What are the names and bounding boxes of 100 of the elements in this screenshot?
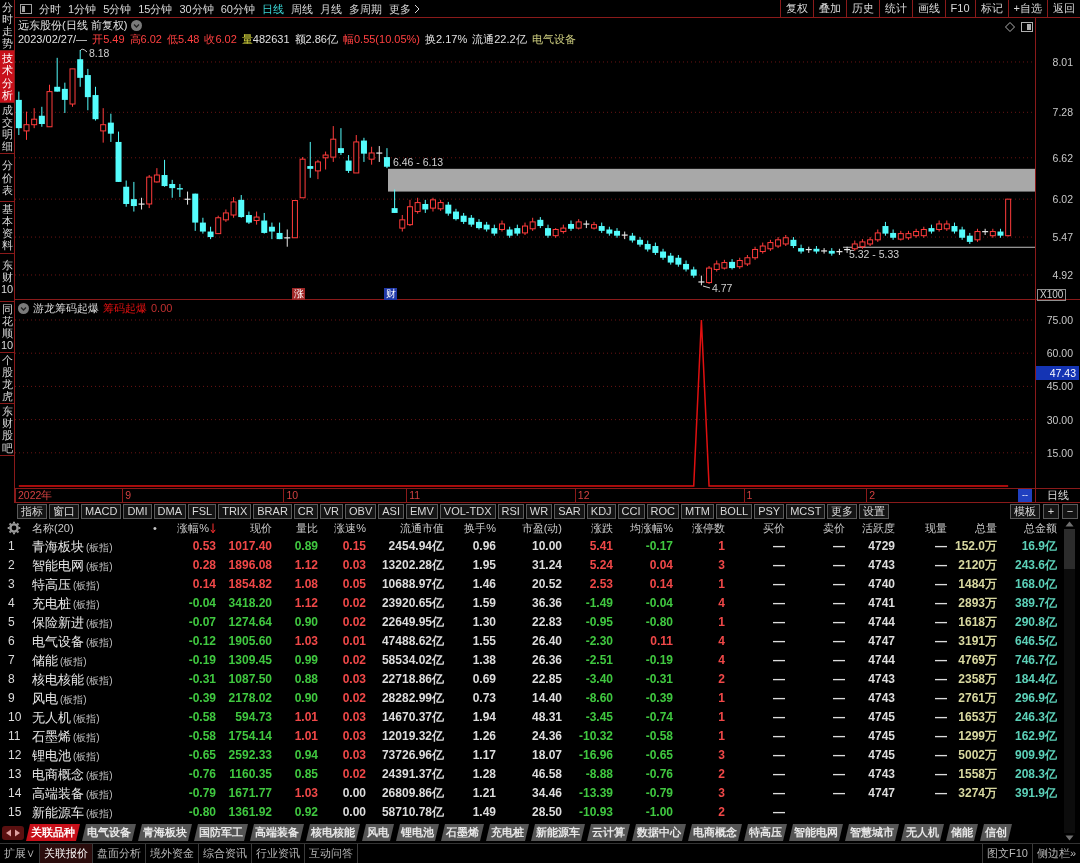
column-header[interactable]: 现量 bbox=[925, 521, 947, 535]
period-tab[interactable]: 多周期 bbox=[349, 0, 382, 17]
sidebar-tab[interactable]: 技术分析 bbox=[0, 51, 14, 103]
column-header[interactable]: 总金额 bbox=[1024, 521, 1057, 535]
related-tab[interactable]: 云计算 bbox=[587, 824, 630, 841]
related-tab[interactable]: 风电 bbox=[362, 824, 394, 841]
indicator-tab[interactable]: CCI bbox=[617, 503, 645, 519]
period-tab[interactable]: 15分钟 bbox=[138, 0, 173, 17]
related-tab[interactable]: 储能 bbox=[946, 824, 978, 841]
scrollbar-thumb[interactable] bbox=[1064, 529, 1075, 569]
column-header[interactable]: 均涨幅% bbox=[630, 521, 673, 535]
row-name[interactable]: 无人机 bbox=[32, 709, 71, 726]
footer-button[interactable]: 图文F10 bbox=[981, 844, 1032, 863]
indicator-tab[interactable]: MCST bbox=[786, 503, 826, 519]
sidebar-tab[interactable]: 东财10 bbox=[0, 253, 14, 302]
indicator-tab[interactable]: TRIX bbox=[218, 503, 252, 519]
period-tab[interactable]: 月线 bbox=[320, 0, 342, 17]
sidebar-tab[interactable]: 分价表 bbox=[0, 154, 14, 203]
related-tab[interactable]: 高端装备 bbox=[250, 824, 304, 841]
indicator-tab[interactable]: OBV bbox=[345, 503, 377, 519]
indicator-tab[interactable]: PSY bbox=[754, 503, 785, 519]
row-name[interactable]: 新能源车 bbox=[32, 804, 84, 821]
column-header[interactable]: 量比 bbox=[296, 521, 318, 535]
related-tab[interactable]: 电商概念 bbox=[688, 824, 742, 841]
row-name[interactable]: 保险新进 bbox=[32, 614, 84, 631]
indicator-tab[interactable]: 窗口 bbox=[49, 503, 79, 519]
column-header[interactable]: 活跃度 bbox=[862, 521, 895, 535]
related-tab[interactable]: 智慧城市 bbox=[845, 824, 899, 841]
toolbar-button[interactable]: +自选 bbox=[1007, 0, 1047, 17]
sidebar-tab[interactable]: 东财股吧 bbox=[0, 404, 14, 456]
toolbar-button[interactable]: 叠加 bbox=[812, 0, 846, 17]
column-header[interactable]: 流通市值 bbox=[400, 521, 444, 535]
related-tab[interactable]: 关联品种 bbox=[26, 824, 80, 841]
template-button[interactable]: + bbox=[1043, 503, 1059, 519]
panel-icon[interactable] bbox=[1021, 22, 1033, 32]
toolbar-button[interactable]: 统计 bbox=[878, 0, 912, 17]
row-name[interactable]: 电商概念 bbox=[32, 766, 84, 783]
diamond-icon[interactable] bbox=[1005, 22, 1015, 32]
template-button[interactable]: − bbox=[1062, 503, 1078, 519]
period-tab[interactable]: 5分钟 bbox=[103, 0, 132, 17]
related-tab[interactable]: 锂电池 bbox=[396, 824, 439, 841]
period-tab[interactable]: 1分钟 bbox=[68, 0, 97, 17]
row-name[interactable]: 核电核能 bbox=[32, 671, 84, 688]
indicator-tab[interactable]: VOL-TDX bbox=[439, 503, 496, 519]
footer-tab[interactable]: 行业资讯 bbox=[252, 844, 305, 863]
related-tab[interactable]: 无人机 bbox=[901, 824, 944, 841]
panel-icon[interactable] bbox=[20, 3, 32, 14]
footer-tab[interactable]: 盘面分析 bbox=[93, 844, 146, 863]
sidebar-tab[interactable]: 个股龙虎 bbox=[0, 352, 14, 405]
settings-icon[interactable] bbox=[7, 521, 21, 535]
indicator-tab[interactable]: CR bbox=[293, 503, 318, 519]
sidebar-tab[interactable]: 成交明细 bbox=[0, 102, 14, 155]
indicator-tab[interactable]: DMI bbox=[123, 503, 152, 519]
column-header[interactable]: 买价 bbox=[763, 521, 785, 535]
indicator-tab[interactable]: MTM bbox=[681, 503, 715, 519]
row-name[interactable]: 风电 bbox=[32, 690, 58, 707]
indicator-tab[interactable]: VR bbox=[319, 503, 343, 519]
row-name[interactable]: 充电桩 bbox=[32, 595, 71, 612]
toolbar-button[interactable]: 返回 bbox=[1047, 0, 1080, 17]
related-tab[interactable]: 电气设备 bbox=[82, 824, 136, 841]
column-header[interactable]: 市盈(动) bbox=[521, 521, 562, 535]
scrollbar-track[interactable] bbox=[1064, 529, 1075, 833]
scroll-down-icon[interactable] bbox=[1065, 835, 1074, 841]
indicator-tab[interactable]: WR bbox=[525, 503, 553, 519]
column-header[interactable]: • bbox=[153, 521, 157, 535]
indicator-tab[interactable]: 指标 bbox=[17, 503, 47, 519]
period-tab[interactable]: 更多 bbox=[389, 0, 420, 17]
footer-tab[interactable]: 境外资金 bbox=[146, 844, 199, 863]
footer-tab[interactable]: 关联报价 bbox=[40, 844, 93, 863]
cursor-date-button[interactable]: -- bbox=[1018, 489, 1032, 502]
toolbar-button[interactable]: 画线 bbox=[911, 0, 945, 17]
row-name[interactable]: 储能 bbox=[32, 652, 58, 669]
dropdown-icon[interactable] bbox=[18, 303, 29, 314]
related-tab[interactable]: 数据中心 bbox=[632, 824, 686, 841]
column-header[interactable]: 总量 bbox=[975, 521, 997, 535]
indicator-tab[interactable]: ROC bbox=[646, 503, 679, 519]
column-header[interactable]: 名称(20) bbox=[32, 521, 74, 535]
related-tab[interactable]: 信创 bbox=[980, 824, 1012, 841]
indicator-tab[interactable]: 设置 bbox=[859, 503, 890, 519]
row-name[interactable]: 特高压 bbox=[32, 576, 71, 593]
scroll-arrows-icon[interactable] bbox=[2, 825, 24, 840]
indicator-tab[interactable]: DMA bbox=[153, 503, 186, 519]
toolbar-button[interactable]: 标记 bbox=[974, 0, 1008, 17]
row-name[interactable]: 锂电池 bbox=[32, 747, 71, 764]
sidebar-tab[interactable]: 同花顺10 bbox=[0, 301, 14, 353]
indicator-tab[interactable]: BOLL bbox=[716, 503, 753, 519]
column-header[interactable]: 涨停数 bbox=[692, 521, 725, 535]
row-name[interactable]: 智能电网 bbox=[32, 557, 84, 574]
related-tab[interactable]: 新能源车 bbox=[531, 824, 585, 841]
indicator-tab[interactable]: KDJ bbox=[586, 503, 616, 519]
column-header[interactable]: 现价 bbox=[250, 521, 272, 535]
period-tab[interactable]: 周线 bbox=[291, 0, 313, 17]
column-header[interactable]: 卖价 bbox=[823, 521, 845, 535]
related-tab[interactable]: 石墨烯 bbox=[441, 824, 484, 841]
row-name[interactable]: 石墨烯 bbox=[32, 728, 71, 745]
row-name[interactable]: 青海板块 bbox=[32, 538, 84, 555]
footer-tab[interactable]: 互动问答 bbox=[305, 844, 358, 863]
indicator-tab[interactable]: ASI bbox=[378, 503, 404, 519]
period-tab[interactable]: 分时 bbox=[39, 0, 61, 17]
indicator-tab[interactable]: MACD bbox=[81, 503, 122, 519]
